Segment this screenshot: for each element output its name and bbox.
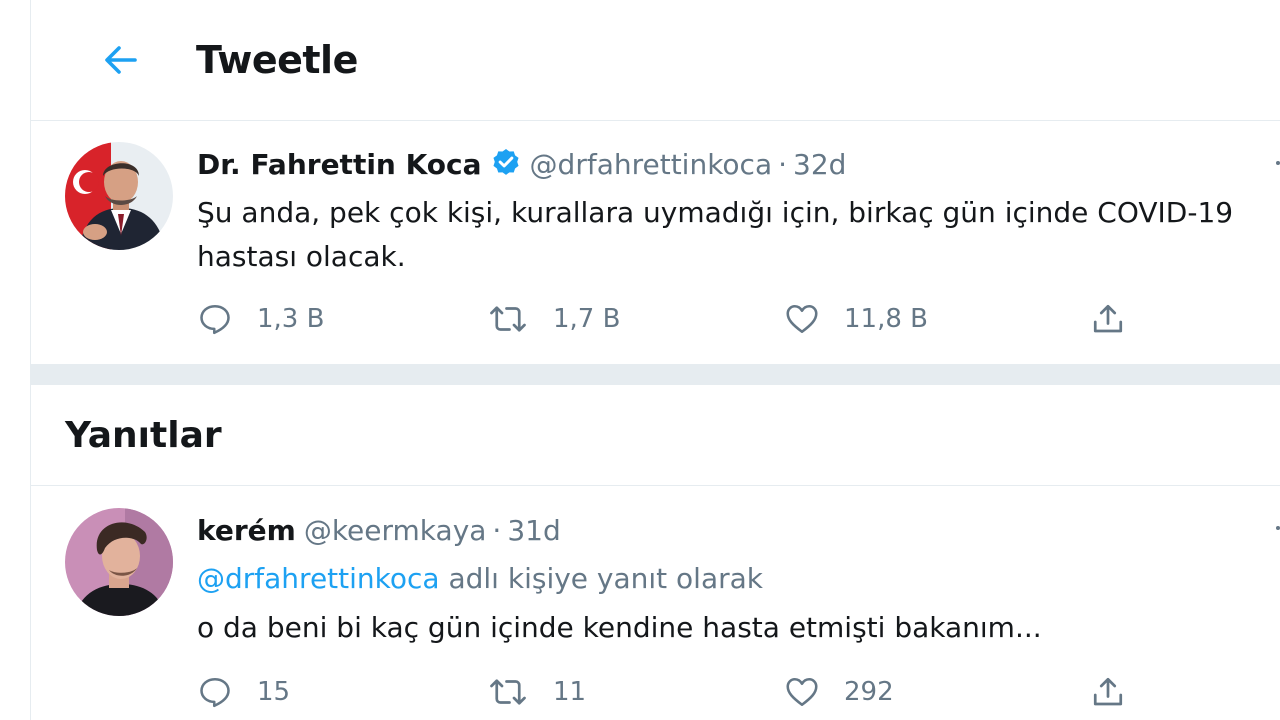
replying-to-line: @drfahrettinkoca adlı kişiye yanıt olara… <box>197 562 763 596</box>
more-options-icon[interactable] <box>1276 161 1280 165</box>
retweet-icon <box>490 679 526 705</box>
replies-header: Yanıtlar <box>31 385 1280 486</box>
like-count: 292 <box>844 677 894 707</box>
section-divider <box>31 365 1280 385</box>
reply-timestamp[interactable]: 31d <box>507 514 560 547</box>
page-title: Tweetle <box>196 38 358 82</box>
share-icon <box>1093 677 1123 706</box>
tweet-page: Tweetle Dr. Fahrettin Koca @drfahrettinko… <box>0 0 1280 720</box>
share-button[interactable] <box>1090 670 1126 714</box>
like-button[interactable]: 11,8 B <box>784 297 928 341</box>
share-button[interactable] <box>1090 297 1126 341</box>
separator-dot: · <box>492 514 502 547</box>
reply-tweet[interactable]: kerém @keermkaya · 31d @drfahrettinkoca adl… <box>31 486 1280 720</box>
arrow-left-icon <box>105 46 137 74</box>
display-name[interactable]: Dr. Fahrettin Koca <box>197 148 482 181</box>
more-options-icon[interactable] <box>1276 526 1280 530</box>
avatar[interactable] <box>65 142 173 250</box>
reply-button[interactable]: 15 <box>197 670 290 714</box>
retweet-count: 11 <box>553 677 587 707</box>
separator-dot: · <box>778 148 788 181</box>
tweet-timestamp[interactable]: 32d <box>793 148 846 181</box>
display-name[interactable]: kerém <box>197 514 296 547</box>
page-header: Tweetle <box>31 0 1280 121</box>
reply-icon <box>200 677 230 708</box>
reply-actions: 15 11 292 <box>197 670 1197 714</box>
heart-icon <box>786 304 818 334</box>
retweet-button[interactable]: 1,7 B <box>487 297 620 341</box>
retweet-button[interactable]: 11 <box>487 670 586 714</box>
like-button[interactable]: 292 <box>784 670 894 714</box>
tweet-author-line: Dr. Fahrettin Koca @drfahrettinkoca · 32d <box>197 147 846 187</box>
heart-icon <box>786 677 818 707</box>
verified-badge-icon <box>490 147 522 187</box>
reply-author-line: kerém @keermkaya · 31d <box>197 514 561 548</box>
main-tweet[interactable]: Dr. Fahrettin Koca @drfahrettinkoca · 32d Ş… <box>31 121 1280 365</box>
like-count: 11,8 B <box>844 304 928 334</box>
reply-count: 1,3 B <box>257 304 325 334</box>
tweet-text: Şu anda, pek çok kişi, kurallara uymadığ… <box>197 196 1234 273</box>
user-handle[interactable]: @drfahrettinkoca <box>530 148 773 181</box>
retweet-icon <box>490 306 526 332</box>
avatar-image <box>65 508 173 616</box>
reply-count: 15 <box>257 677 291 707</box>
retweet-count: 1,7 B <box>553 304 621 334</box>
reply-button[interactable]: 1,3 B <box>197 297 324 341</box>
back-button[interactable] <box>101 40 161 80</box>
reply-icon <box>200 304 230 335</box>
share-icon <box>1093 304 1123 333</box>
reply-mention-link[interactable]: @drfahrettinkoca <box>197 562 440 595</box>
avatar-image <box>65 142 173 250</box>
reply-text: o da beni bi kaç gün içinde kendine hast… <box>197 611 1042 644</box>
tweet-actions: 1,3 B 1,7 B 11,8 B <box>197 297 1197 341</box>
replies-title: Yanıtlar <box>65 415 222 456</box>
reply-to-label: adlı kişiye yanıt olarak <box>448 562 764 595</box>
user-handle[interactable]: @keermkaya <box>304 514 487 547</box>
avatar[interactable] <box>65 508 173 616</box>
